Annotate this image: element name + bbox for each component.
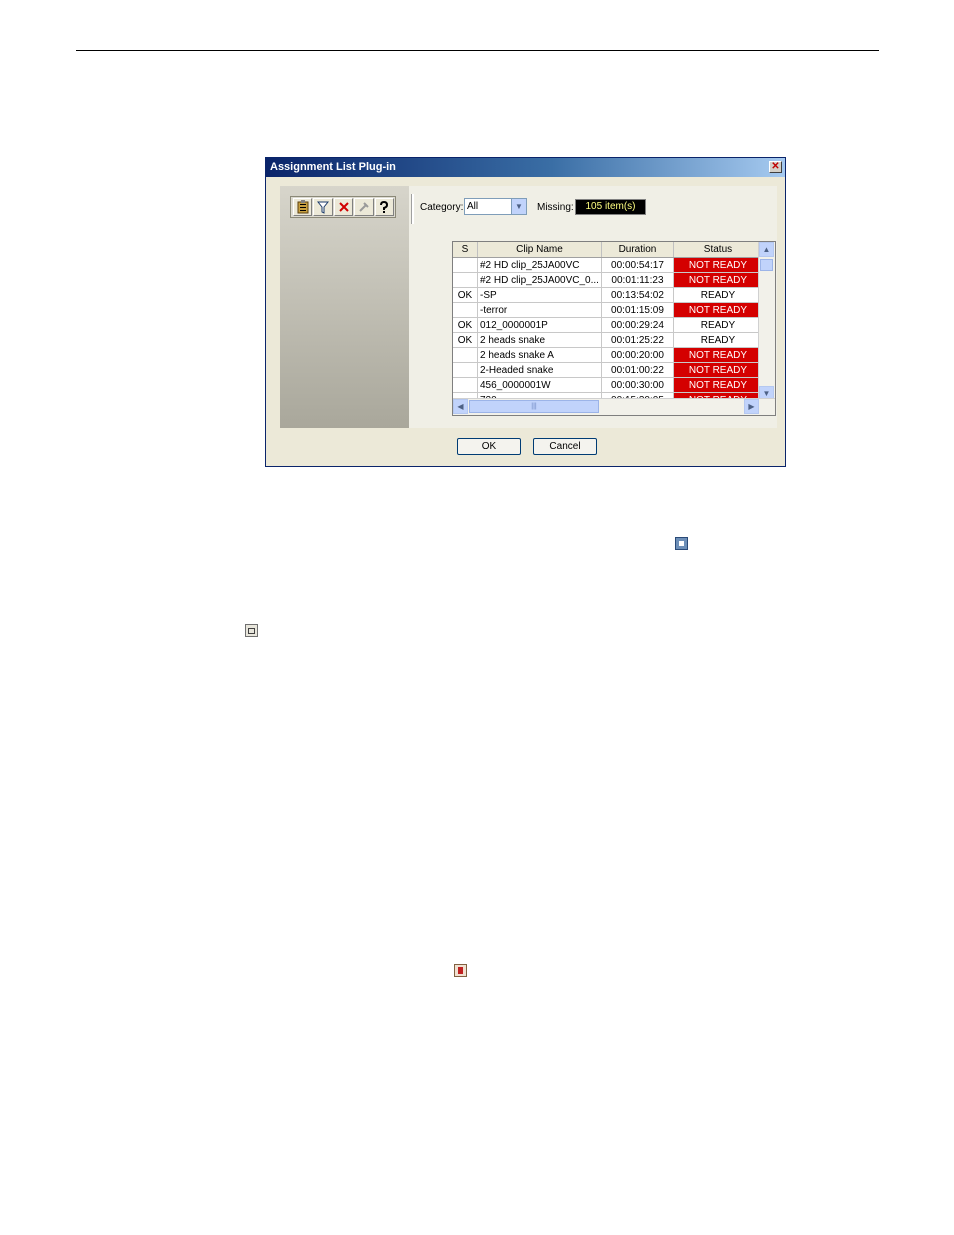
ok-button[interactable]: OK: [457, 438, 521, 455]
cell-duration: 00:13:54:02: [601, 287, 674, 303]
cell-s: [453, 362, 478, 378]
cell-status: READY: [673, 317, 763, 333]
cell-s: OK: [453, 317, 478, 333]
close-button[interactable]: ✕: [769, 161, 782, 173]
cell-s: [453, 347, 478, 363]
cell-s: [453, 377, 478, 393]
cell-clip-name: 2-Headed snake: [477, 362, 602, 378]
cell-status: NOT READY: [673, 347, 763, 363]
table-row[interactable]: OK -SP 00:13:54:02 READY: [453, 287, 763, 303]
page-top-rule: [76, 50, 879, 51]
cell-duration: 00:00:30:00: [601, 377, 674, 393]
window-icon: [245, 624, 258, 637]
dialog-title: Assignment List Plug-in: [266, 158, 785, 177]
table-row[interactable]: OK 2 heads snake 00:01:25:22 READY: [453, 332, 763, 348]
category-select[interactable]: All ▼: [464, 198, 527, 215]
stop-icon: [675, 537, 688, 550]
cell-s: [453, 302, 478, 318]
cell-clip-name: 012_0000001P: [477, 317, 602, 333]
clipboard-button[interactable]: [293, 198, 313, 216]
clipboard-icon: [297, 200, 309, 214]
cell-status: READY: [673, 332, 763, 348]
cancel-button[interactable]: Cancel: [533, 438, 597, 455]
table-row[interactable]: 2-Headed snake 00:01:00:22 NOT READY: [453, 362, 763, 378]
delete-icon: [338, 202, 349, 212]
cell-s: [453, 272, 478, 288]
left-pane: [280, 186, 409, 428]
assignment-table: S Clip Name Duration Status #2 HD clip_2…: [453, 242, 763, 408]
cell-status: NOT READY: [673, 377, 763, 393]
delete-button[interactable]: [333, 198, 354, 216]
category-label: Category:: [420, 202, 464, 213]
scroll-up-icon[interactable]: ▲: [759, 242, 774, 257]
column-header-clip-name[interactable]: Clip Name: [477, 242, 602, 258]
category-value: All: [467, 201, 479, 212]
column-header-status[interactable]: Status: [673, 242, 763, 258]
cell-status: NOT READY: [673, 362, 763, 378]
assignment-grid: S Clip Name Duration Status #2 HD clip_2…: [452, 241, 776, 416]
table-row[interactable]: 456_0000001W 00:00:30:00 NOT READY: [453, 377, 763, 393]
table-row[interactable]: #2 HD clip_25JA00VC 00:00:54:17 NOT READY: [453, 257, 763, 273]
cell-duration: 00:01:00:22: [601, 362, 674, 378]
vertical-scroll-thumb[interactable]: [760, 259, 773, 271]
tools-button[interactable]: [354, 198, 374, 216]
cell-duration: 00:01:15:09: [601, 302, 674, 318]
cell-clip-name: -SP: [477, 287, 602, 303]
help-button[interactable]: [374, 198, 395, 216]
cell-duration: 00:00:20:00: [601, 347, 674, 363]
cell-clip-name: -terror: [477, 302, 602, 318]
cell-duration: 00:01:11:23: [601, 272, 674, 288]
cell-s: [453, 257, 478, 273]
cell-s: OK: [453, 287, 478, 303]
table-row[interactable]: 2 heads snake A 00:00:20:00 NOT READY: [453, 347, 763, 363]
dialog-content: Category: All ▼ Missing: 105 item(s) S C…: [280, 186, 777, 428]
scroll-right-icon[interactable]: ▶: [744, 399, 759, 414]
assignment-list-dialog: Assignment List Plug-in ✕ Category: All …: [265, 157, 786, 467]
toolbar: [290, 196, 396, 218]
filter-button[interactable]: [313, 198, 333, 216]
vertical-scrollbar[interactable]: ▲ ▼: [758, 242, 775, 401]
table-row[interactable]: OK 012_0000001P 00:00:29:24 READY: [453, 317, 763, 333]
filter-icon: [317, 201, 330, 214]
scroll-left-icon[interactable]: ◀: [453, 399, 468, 414]
cell-status: NOT READY: [673, 257, 763, 273]
record-icon: [454, 964, 467, 977]
horizontal-scrollbar[interactable]: ◀ ||| ▶: [453, 398, 775, 415]
column-header-duration[interactable]: Duration: [601, 242, 674, 258]
cell-s: OK: [453, 332, 478, 348]
tools-icon: [359, 202, 369, 212]
table-row[interactable]: #2 HD clip_25JA00VC_0... 00:01:11:23 NOT R…: [453, 272, 763, 288]
table-row[interactable]: -terror 00:01:15:09 NOT READY: [453, 302, 763, 318]
toolbar-divider: [411, 194, 414, 224]
table-header: S Clip Name Duration Status: [453, 242, 763, 258]
horizontal-scroll-thumb[interactable]: |||: [469, 400, 599, 413]
cell-status: NOT READY: [673, 272, 763, 288]
missing-count: 105 item(s): [575, 199, 646, 215]
cell-duration: 00:00:29:24: [601, 317, 674, 333]
column-header-s[interactable]: S: [453, 242, 478, 258]
cell-duration: 00:00:54:17: [601, 257, 674, 273]
cell-clip-name: #2 HD clip_25JA00VC_0...: [477, 272, 602, 288]
chevron-down-icon[interactable]: ▼: [511, 199, 526, 214]
cell-clip-name: 456_0000001W: [477, 377, 602, 393]
help-icon: [380, 200, 389, 213]
cell-clip-name: #2 HD clip_25JA00VC: [477, 257, 602, 273]
cell-status: NOT READY: [673, 302, 763, 318]
missing-label: Missing:: [537, 202, 574, 213]
cell-status: READY: [673, 287, 763, 303]
cell-clip-name: 2 heads snake: [477, 332, 602, 348]
cell-clip-name: 2 heads snake A: [477, 347, 602, 363]
cell-duration: 00:01:25:22: [601, 332, 674, 348]
